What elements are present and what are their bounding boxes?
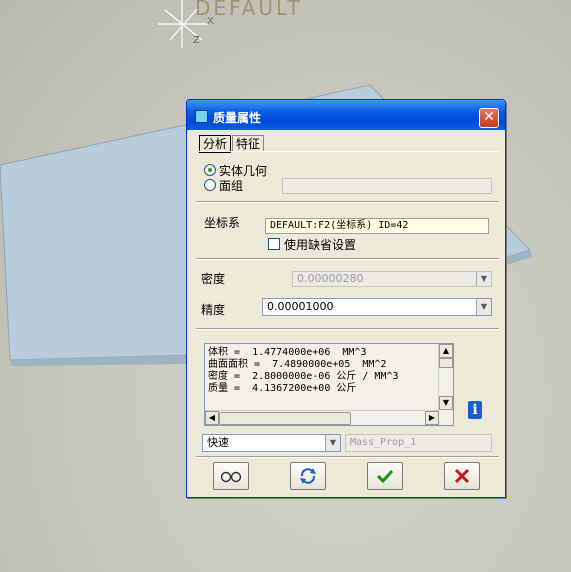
refresh-icon bbox=[300, 468, 316, 484]
separator bbox=[196, 456, 499, 458]
scroll-left-icon[interactable]: ◀ bbox=[205, 411, 219, 425]
scroll-down-icon[interactable]: ▼ bbox=[439, 396, 453, 410]
compute-mode-value: 快速 bbox=[207, 436, 229, 449]
tab-features[interactable]: 特征 bbox=[232, 135, 265, 152]
repeat-button[interactable] bbox=[290, 462, 326, 490]
scroll-right-icon[interactable]: ▶ bbox=[425, 411, 439, 425]
result-line: 质量 = 4.1367200e+00 公斤 bbox=[208, 383, 357, 394]
csys-label: 坐标系 bbox=[204, 216, 241, 230]
use-default-checkbox[interactable] bbox=[268, 238, 280, 250]
result-line: 曲面面积 = 7.4890000e+05 MM^2 bbox=[208, 359, 387, 370]
x-icon bbox=[454, 468, 470, 484]
info-icon[interactable]: i bbox=[468, 401, 482, 419]
use-default-label: 使用缺省设置 bbox=[284, 238, 357, 252]
result-line: 密度 = 2.8000000e-06 公斤 / MM^3 bbox=[208, 371, 399, 382]
check-icon bbox=[376, 469, 394, 484]
mass-properties-dialog: 质量属性 ✕ 分析 特征 实体几何 面组 坐标系 DEFAULT:F2(坐标系)… bbox=[186, 99, 506, 498]
results-text: 体积 = 1.4774000e+06 MM^3 曲面面积 = 7.4890000e… bbox=[208, 347, 399, 395]
results-horizontal-scrollbar[interactable]: ◀ ▶ bbox=[205, 410, 439, 425]
compute-mode-combo[interactable]: 快速 ▼ bbox=[202, 434, 341, 452]
close-icon: ✕ bbox=[483, 109, 495, 125]
csys-collector[interactable]: DEFAULT:F2(坐标系) ID=42 bbox=[265, 218, 489, 234]
app-icon bbox=[195, 110, 208, 123]
separator bbox=[196, 328, 499, 330]
chevron-down-icon[interactable]: ▼ bbox=[476, 299, 491, 315]
accuracy-combo[interactable]: 0.00001000 ▼ bbox=[262, 298, 492, 316]
axis-x-label: X bbox=[207, 16, 214, 27]
chevron-down-icon: ▼ bbox=[476, 272, 491, 286]
density-field: 0.00000280 ▼ bbox=[292, 271, 492, 287]
separator bbox=[196, 201, 499, 203]
axis-z-label: Z bbox=[193, 35, 200, 46]
accuracy-label: 精度 bbox=[201, 303, 226, 317]
close-button[interactable]: ✕ bbox=[479, 108, 499, 128]
radio-quilt-label: 面组 bbox=[219, 179, 244, 193]
scroll-thumb[interactable] bbox=[439, 358, 453, 368]
separator bbox=[196, 258, 499, 260]
scroll-up-icon[interactable]: ▲ bbox=[439, 344, 453, 358]
accuracy-value: 0.00001000 bbox=[267, 300, 334, 313]
preview-button[interactable] bbox=[213, 462, 249, 490]
dialog-titlebar[interactable]: 质量属性 ✕ bbox=[187, 100, 505, 130]
scroll-thumb[interactable] bbox=[219, 412, 351, 425]
result-line: 体积 = 1.4774000e+06 MM^3 bbox=[208, 347, 367, 358]
density-label: 密度 bbox=[201, 272, 226, 286]
tab-panel-border bbox=[194, 151, 499, 152]
dialog-title: 质量属性 bbox=[213, 111, 262, 125]
quilt-select-field bbox=[282, 178, 492, 194]
cancel-button[interactable] bbox=[444, 462, 480, 490]
chevron-down-icon[interactable]: ▼ bbox=[325, 435, 340, 451]
ok-button[interactable] bbox=[367, 462, 403, 490]
results-area[interactable]: 体积 = 1.4774000e+06 MM^3 曲面面积 = 7.4890000e… bbox=[204, 343, 454, 426]
glasses-icon bbox=[220, 471, 242, 483]
density-value: 0.00000280 bbox=[297, 272, 364, 285]
radio-quilt[interactable] bbox=[204, 179, 216, 191]
results-vertical-scrollbar[interactable]: ▲ ▼ bbox=[438, 344, 453, 410]
radio-solid-geometry[interactable] bbox=[204, 164, 216, 176]
param-name-field: Mass_Prop_1 bbox=[345, 434, 492, 452]
